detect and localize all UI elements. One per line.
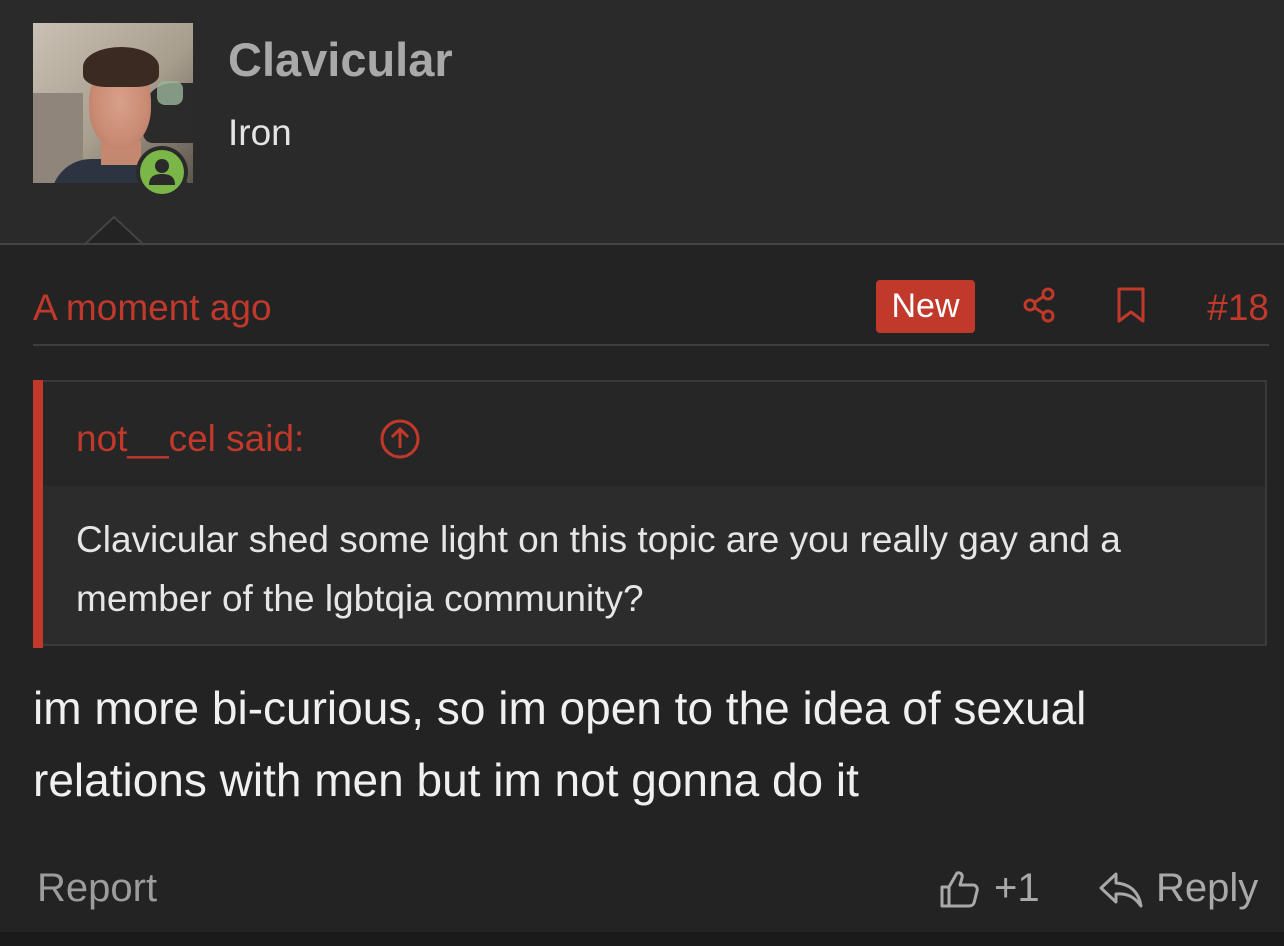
user-title: Iron (228, 112, 292, 153)
new-badge: New (876, 280, 975, 333)
username[interactable]: Clavicular (228, 32, 453, 87)
user-header: Clavicular Iron (0, 0, 1284, 246)
quote-accent-bar (33, 380, 43, 648)
quote-author[interactable]: not__cel said: (76, 418, 304, 460)
post-time[interactable]: A moment ago (33, 287, 272, 329)
footer-strip (0, 932, 1284, 946)
reply-label: Reply (1156, 866, 1259, 910)
post-pointer (84, 216, 144, 246)
report-link[interactable]: Report (37, 866, 157, 911)
quote-header: not__cel said: (43, 382, 1265, 486)
thumbs-up-icon (940, 871, 979, 908)
post-message: im more bi-curious, so im open to the id… (33, 682, 1087, 806)
reply-button[interactable]: Reply (1098, 862, 1268, 918)
like-button[interactable]: +1 (938, 862, 1048, 918)
header-divider (0, 243, 1284, 245)
arrow-up-circle-icon[interactable] (379, 418, 421, 460)
bookmark-icon[interactable] (1111, 285, 1151, 325)
share-icon[interactable] (1019, 285, 1059, 325)
quote-block: not__cel said: Clavicular shed some ligh… (33, 380, 1267, 648)
meta-divider (33, 344, 1269, 346)
reply-icon (1099, 872, 1143, 908)
user-online-icon (136, 146, 188, 198)
quote-text: Clavicular shed some light on this topic… (76, 519, 1121, 619)
post-number[interactable]: #18 (1207, 287, 1269, 329)
post-meta: A moment ago New #18 (33, 279, 1269, 335)
quote-body: Clavicular shed some light on this topic… (43, 486, 1265, 644)
like-count: +1 (994, 866, 1040, 910)
